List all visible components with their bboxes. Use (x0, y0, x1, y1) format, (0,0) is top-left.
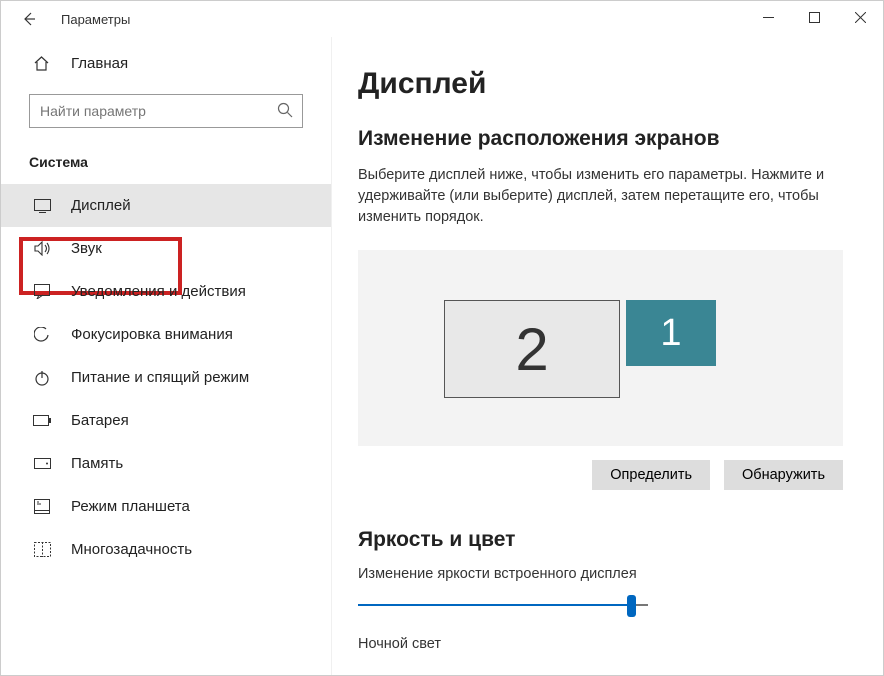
window-title: Параметры (61, 12, 130, 27)
battery-icon (33, 415, 51, 426)
maximize-icon (809, 12, 820, 23)
slider-thumb[interactable] (627, 595, 636, 617)
sidebar-item-label: Режим планшета (71, 498, 190, 515)
sidebar-item-label: Многозадачность (71, 541, 192, 558)
brightness-label: Изменение яркости встроенного дисплея (358, 566, 843, 582)
home-icon (33, 55, 51, 72)
brightness-heading: Яркость и цвет (358, 528, 843, 552)
search-icon (277, 102, 293, 123)
arrow-left-icon (21, 11, 37, 27)
sidebar-item-sound[interactable]: Звук (1, 227, 331, 270)
maximize-button[interactable] (791, 1, 837, 33)
sidebar-item-label: Дисплей (71, 197, 131, 214)
sidebar-item-notifications[interactable]: Уведомления и действия (1, 270, 331, 313)
page-title: Дисплей (358, 67, 843, 101)
display-monitor-1[interactable]: 1 (626, 300, 716, 366)
identify-button[interactable]: Определить (592, 460, 710, 490)
sidebar-item-storage[interactable]: Память (1, 442, 331, 485)
sidebar-item-label: Питание и спящий режим (71, 369, 249, 386)
sidebar-item-battery[interactable]: Батарея (1, 399, 331, 442)
minimize-button[interactable] (745, 1, 791, 33)
display-monitor-2[interactable]: 2 (444, 300, 620, 398)
sidebar-item-power[interactable]: Питание и спящий режим (1, 356, 331, 399)
display-icon (33, 199, 51, 213)
sidebar-item-display[interactable]: Дисплей (1, 184, 331, 227)
sidebar-item-label: Фокусировка внимания (71, 326, 233, 343)
arrange-description: Выберите дисплей ниже, чтобы изменить ег… (358, 165, 828, 228)
display-arrangement[interactable]: 2 1 (358, 250, 843, 446)
sidebar: Главная Система Дисплей Звук Уведомления… (1, 37, 331, 675)
sidebar-item-multitask[interactable]: Многозадачность (1, 528, 331, 571)
close-button[interactable] (837, 1, 883, 33)
section-title: Система (1, 146, 331, 184)
sidebar-item-tablet[interactable]: Режим планшета (1, 485, 331, 528)
multitask-icon (33, 542, 51, 557)
minimize-icon (763, 12, 774, 23)
slider-fill (358, 604, 631, 606)
sidebar-item-focus[interactable]: Фокусировка внимания (1, 313, 331, 356)
home-label: Главная (71, 55, 128, 72)
arrange-heading: Изменение расположения экранов (358, 127, 843, 151)
home-link[interactable]: Главная (1, 45, 331, 82)
sound-icon (33, 241, 51, 256)
detect-button[interactable]: Обнаружить (724, 460, 843, 490)
tablet-icon (33, 499, 51, 514)
power-icon (33, 370, 51, 386)
sidebar-item-label: Уведомления и действия (71, 283, 246, 300)
night-light-label: Ночной свет (358, 636, 843, 652)
main-content: Дисплей Изменение расположения экранов В… (331, 37, 883, 675)
back-button[interactable] (15, 5, 43, 33)
sidebar-item-label: Память (71, 455, 123, 472)
notifications-icon (33, 284, 51, 299)
search-input[interactable] (29, 94, 303, 128)
search-box[interactable] (29, 94, 303, 128)
focus-icon (33, 327, 51, 343)
close-icon (855, 12, 866, 23)
brightness-slider[interactable] (358, 592, 648, 618)
sidebar-item-label: Звук (71, 240, 102, 257)
sidebar-item-label: Батарея (71, 412, 129, 429)
storage-icon (33, 458, 51, 469)
